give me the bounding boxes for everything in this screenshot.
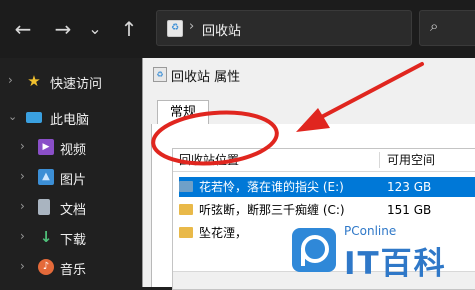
breadcrumb-separator-icon: › <box>189 19 195 34</box>
sidebar-item-quick-access[interactable]: › ★ 快速访问 <box>0 70 145 96</box>
sidebar-item-pictures[interactable]: › ▲ 图片 <box>0 166 145 192</box>
download-icon: ↓ <box>39 228 53 246</box>
video-icon: ▶ <box>38 139 54 155</box>
free-space-value: 151 GB <box>387 203 432 217</box>
column-header-free-space[interactable]: 可用空间 <box>387 149 435 171</box>
forward-arrow-icon[interactable]: → <box>52 17 74 41</box>
expand-chevron-icon[interactable]: › <box>20 229 25 243</box>
tab-general[interactable]: 常规 <box>157 100 210 125</box>
folder-icon <box>179 181 193 192</box>
sidebar-item-label: 下载 <box>60 233 87 248</box>
up-arrow-icon[interactable]: ↑ <box>118 17 140 41</box>
location-name: 花若怜，落在谁的指尖 (E:) <box>199 180 344 194</box>
location-name: 坠花湮， <box>199 226 248 240</box>
star-icon: ★ <box>27 72 41 90</box>
header-divider <box>173 171 475 172</box>
sidebar-item-label: 快速访问 <box>50 77 103 92</box>
document-icon <box>38 199 50 215</box>
search-icon: ⌕ <box>430 17 439 35</box>
sidebar-item-label: 图片 <box>60 173 87 188</box>
watermark-brand: PConline <box>344 224 397 238</box>
dialog-title: 回收站 属性 <box>171 70 241 85</box>
search-input[interactable]: ⌕ <box>419 10 475 46</box>
watermark: PConline IT百科 <box>292 222 470 282</box>
computer-icon <box>26 112 42 123</box>
recycle-bin-icon: ♻ <box>167 20 183 37</box>
sidebar-item-documents[interactable]: › 文档 <box>0 196 145 222</box>
sidebar-item-downloads[interactable]: › ↓ 下载 <box>0 226 145 252</box>
location-name: 听弦断，断那三千痴缠 (C:) <box>199 203 345 217</box>
back-arrow-icon[interactable]: ← <box>12 17 34 41</box>
tab-strip: 常规 <box>151 100 475 125</box>
free-space-value: 123 GB <box>387 180 432 194</box>
collapse-chevron-icon[interactable]: ⌄ <box>8 110 17 123</box>
expand-chevron-icon[interactable]: › <box>20 139 25 153</box>
sidebar-item-this-pc[interactable]: ⌄ 此电脑 <box>0 106 145 132</box>
expand-chevron-icon[interactable]: › <box>20 259 25 273</box>
column-header-location[interactable]: 回收站位置 <box>179 149 239 171</box>
list-item[interactable]: 花若怜，落在谁的指尖 (E:) 123 GB <box>179 177 475 197</box>
sidebar-item-label: 此电脑 <box>50 113 90 128</box>
sidebar-item-label: 视频 <box>60 143 87 158</box>
sidebar-item-label: 音乐 <box>60 263 87 278</box>
navigation-pane: › ★ 快速访问 ⌄ 此电脑 › ▶ 视频 › ▲ 图片 › 文档 › ↓ 下载… <box>0 58 145 287</box>
address-bar[interactable]: ♻ › 回收站 <box>156 10 412 46</box>
explorer-toolbar: ← → ⌄ ↑ ♻ › 回收站 ⌕ <box>0 0 475 58</box>
expand-chevron-icon[interactable]: › <box>20 199 25 213</box>
expand-chevron-icon[interactable]: › <box>20 169 25 183</box>
picture-icon: ▲ <box>38 169 54 185</box>
column-divider[interactable] <box>379 152 380 168</box>
breadcrumb-location[interactable]: 回收站 <box>202 20 241 39</box>
sidebar-item-label: 文档 <box>60 203 87 218</box>
recycle-bin-icon: ♻ <box>153 67 167 82</box>
recent-locations-chevron-icon[interactable]: ⌄ <box>84 17 106 41</box>
music-icon: ♪ <box>38 259 54 275</box>
watermark-name: IT百科 <box>344 246 447 282</box>
sidebar-item-videos[interactable]: › ▶ 视频 <box>0 136 145 162</box>
sidebar-item-music[interactable]: › ♪ 音乐 <box>0 256 145 282</box>
expand-chevron-icon[interactable]: › <box>8 73 13 87</box>
pconline-logo-icon <box>292 228 336 272</box>
folder-icon <box>179 227 193 238</box>
list-item[interactable]: 听弦断，断那三千痴缠 (C:) 151 GB <box>179 200 475 220</box>
folder-icon <box>179 204 193 215</box>
